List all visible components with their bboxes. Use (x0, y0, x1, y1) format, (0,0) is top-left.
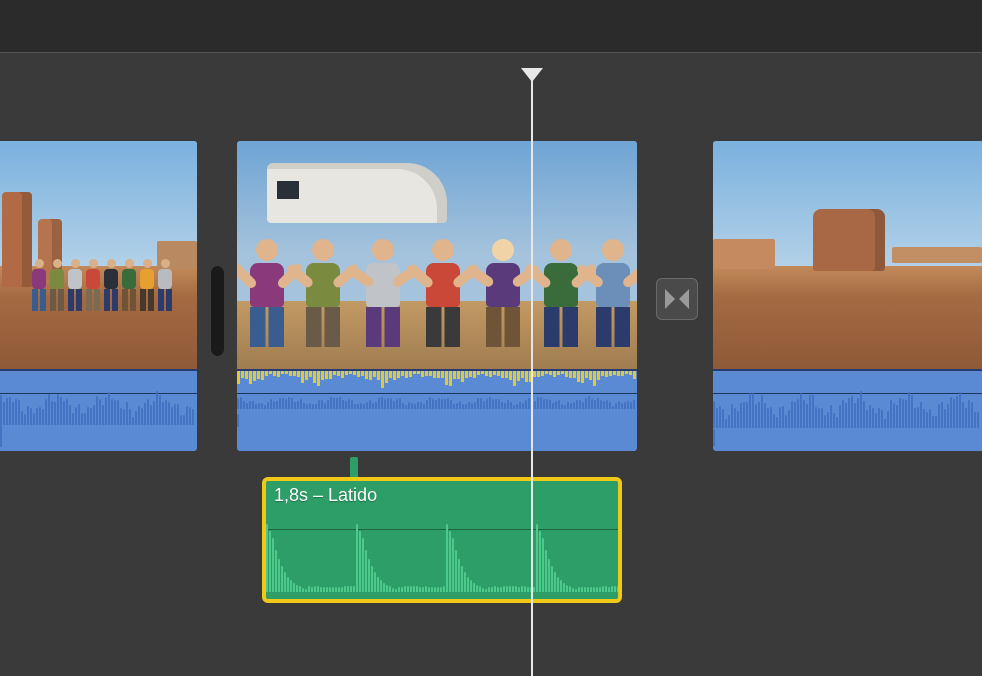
clip-audio-waveform[interactable] (237, 369, 637, 451)
sfx-anchor-connector (350, 457, 358, 479)
toolbar (0, 0, 982, 53)
clip-audio-waveform[interactable] (713, 369, 982, 451)
sfx-waveform (266, 524, 618, 599)
sfx-clip-label: 1,8s – Latido (274, 485, 377, 506)
clip-thumbnail (713, 141, 982, 369)
sound-effect-clip[interactable]: 1,8s – Latido (262, 477, 622, 603)
clip-thumbnail (237, 141, 637, 369)
transition-edge-handle[interactable] (210, 266, 224, 356)
transition-cross-dissolve-icon[interactable] (656, 278, 698, 320)
video-clip-2[interactable] (237, 141, 637, 451)
clip-thumbnail (0, 141, 197, 369)
timeline[interactable]: 1,8s – Latido (0, 53, 982, 676)
playhead-handle[interactable] (521, 68, 543, 82)
video-clip-1[interactable] (0, 141, 197, 451)
clip-audio-waveform[interactable] (0, 369, 197, 451)
video-clip-3[interactable] (713, 141, 982, 451)
